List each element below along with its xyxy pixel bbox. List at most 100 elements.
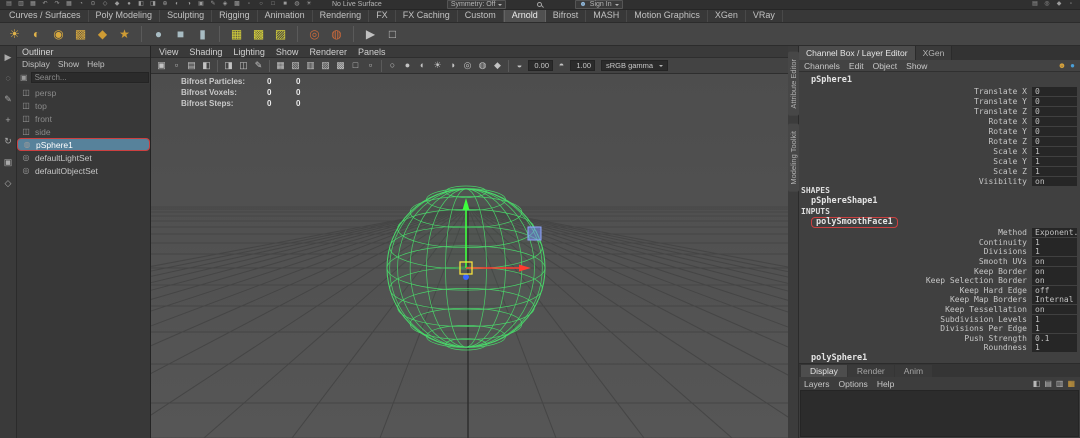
- shelf-tab-mash[interactable]: MASH: [586, 10, 628, 22]
- viewport-menu-view[interactable]: View: [159, 47, 178, 57]
- arnold-render-icon[interactable]: ☀: [5, 25, 24, 44]
- shaded-display-icon[interactable]: ●: [401, 59, 414, 72]
- new-anim-layer-icon[interactable]: ▦: [1067, 379, 1075, 388]
- outliner-item-side[interactable]: ◫ side: [17, 125, 150, 138]
- gamma-icon[interactable]: ◓: [555, 59, 568, 72]
- save-scene-icon[interactable]: ▦: [29, 1, 37, 8]
- shelf-tab-sculpting[interactable]: Sculpting: [160, 10, 213, 22]
- pin-icon[interactable]: ◆: [1055, 1, 1063, 8]
- search-icon[interactable]: [537, 2, 543, 7]
- tab-xgen[interactable]: XGen: [915, 46, 953, 60]
- layer-tab-display[interactable]: Display: [801, 365, 847, 377]
- new-empty-layer-icon[interactable]: ▤: [1044, 379, 1052, 388]
- tab-channel-box-layer-editor[interactable]: Channel Box / Layer Editor: [799, 46, 916, 60]
- snap-grid-icon[interactable]: ▦: [65, 1, 73, 8]
- image-plane-icon[interactable]: ◨: [222, 59, 235, 72]
- shelf-tab-fx[interactable]: FX: [369, 10, 396, 22]
- layer-menu-help[interactable]: Help: [877, 379, 894, 389]
- channel-value[interactable]: 0: [1032, 136, 1077, 146]
- scale-tool-icon[interactable]: ▣: [2, 156, 15, 169]
- new-layer-from-selected-icon[interactable]: ▥: [1056, 379, 1064, 388]
- symmetry-dropdown[interactable]: Symmetry: Off: [446, 0, 507, 9]
- channel-value[interactable]: 1: [1032, 156, 1077, 166]
- outliner-item-front[interactable]: ◫ front: [17, 112, 150, 125]
- exposure-icon[interactable]: ◒: [513, 59, 526, 72]
- gate-mask-icon[interactable]: ▨: [319, 59, 332, 72]
- 2d-pan-zoom-icon[interactable]: ◫: [237, 59, 250, 72]
- channel-value[interactable]: 0: [1032, 86, 1077, 96]
- bifrost-liquid-icon[interactable]: ◎: [305, 25, 324, 44]
- channel-value[interactable]: 1: [1032, 237, 1077, 247]
- shadows-icon[interactable]: ◑: [446, 59, 459, 72]
- gamma-field[interactable]: 1.00: [570, 60, 595, 71]
- paint-effects-icon[interactable]: ✎: [209, 1, 217, 8]
- channel-value[interactable]: off: [1032, 285, 1077, 295]
- channel-value[interactable]: 1: [1032, 146, 1077, 156]
- output-connections-icon[interactable]: ◨: [149, 1, 157, 8]
- arnold-area-light-icon[interactable]: ▩: [71, 25, 90, 44]
- cylinder-primitive-icon[interactable]: ▮: [193, 25, 212, 44]
- snap-point-icon[interactable]: ⊙: [89, 1, 97, 8]
- input-node2-name[interactable]: polySphere1: [799, 353, 1080, 363]
- outliner-item-defaultobjectset[interactable]: ◎ defaultObjectSet: [17, 164, 150, 177]
- layer-menu-options[interactable]: Options: [839, 379, 868, 389]
- channel-value[interactable]: 0: [1032, 126, 1077, 136]
- filter-icon[interactable]: ▣: [20, 73, 28, 82]
- channel-box-menu-channels[interactable]: Channels: [804, 61, 840, 71]
- channel-value[interactable]: on: [1032, 257, 1077, 267]
- channel-value[interactable]: 1: [1032, 324, 1077, 334]
- arnold-mesh-light-icon[interactable]: ◆: [93, 25, 112, 44]
- shelf-tab-vray[interactable]: VRay: [746, 10, 783, 22]
- lock-camera-icon[interactable]: ▫: [170, 59, 183, 72]
- mash-network-icon[interactable]: ▦: [227, 25, 246, 44]
- select-tool-icon[interactable]: ▶: [2, 51, 15, 64]
- film-gate-icon[interactable]: ▧: [289, 59, 302, 72]
- shape-node-name[interactable]: pSphereShape1: [799, 196, 1080, 207]
- ambient-occlusion-icon[interactable]: ◎: [461, 59, 474, 72]
- move-selected-to-layer-icon[interactable]: ◧: [1033, 379, 1041, 388]
- input-node-name[interactable]: polySmoothFace1: [799, 217, 1080, 228]
- shelf-tab-fx-caching[interactable]: FX Caching: [396, 10, 458, 22]
- object-xray-icon[interactable]: ○: [257, 1, 265, 8]
- textured-display-icon[interactable]: ◐: [416, 59, 429, 72]
- new-scene-icon[interactable]: ▤: [5, 1, 13, 8]
- outliner-item-top[interactable]: ◫ top: [17, 99, 150, 112]
- shelf-tab-xgen[interactable]: XGen: [708, 10, 746, 22]
- channel-value[interactable]: 1: [1032, 247, 1077, 257]
- bookmarks-icon[interactable]: ◧: [200, 59, 213, 72]
- input-connections-icon[interactable]: ◧: [137, 1, 145, 8]
- wireframe-display-icon[interactable]: ○: [386, 59, 399, 72]
- scene-view[interactable]: Bifrost Particles: 0 0 Bifrost Voxels: 0 0 Bif…: [151, 74, 788, 438]
- use-all-lights-icon[interactable]: ☀: [431, 59, 444, 72]
- help-icon[interactable]: ◎: [1043, 1, 1051, 8]
- snap-projected-center-icon[interactable]: ◇: [101, 1, 109, 8]
- channel-box-menu-object[interactable]: Object: [873, 61, 898, 71]
- channel-value[interactable]: on: [1032, 305, 1077, 315]
- outliner-item-defaultlightset[interactable]: ◎ defaultLightSet: [17, 151, 150, 164]
- open-scene-icon[interactable]: ▥: [17, 1, 25, 8]
- channel-value[interactable]: Exponent...: [1032, 228, 1077, 238]
- anim-layer-icon[interactable]: ●: [1070, 61, 1075, 71]
- arnold-skydome-light-icon[interactable]: ◉: [49, 25, 68, 44]
- snapshot-icon[interactable]: □: [383, 25, 402, 44]
- layer-tab-anim[interactable]: Anim: [894, 365, 933, 377]
- outliner-item-psphere1[interactable]: ◍ pSphere1: [17, 138, 150, 151]
- shelf-tab-curves-surfaces[interactable]: Curves / Surfaces: [2, 10, 89, 22]
- shelf-tab-arnold[interactable]: Arnold: [503, 10, 546, 22]
- shelf-tab-rigging[interactable]: Rigging: [212, 10, 258, 22]
- channel-value[interactable]: on: [1032, 276, 1077, 286]
- character-set-icon[interactable]: ☻: [1058, 61, 1066, 71]
- cube-primitive-icon[interactable]: ■: [171, 25, 190, 44]
- outliner-menu-display[interactable]: Display: [22, 59, 50, 69]
- grease-pencil-icon[interactable]: ✎: [252, 59, 265, 72]
- safe-title-icon[interactable]: ▫: [364, 59, 377, 72]
- channel-value[interactable]: 1: [1032, 166, 1077, 176]
- shelf-tab-motion-graphics[interactable]: Motion Graphics: [627, 10, 708, 22]
- layer-tab-render[interactable]: Render: [847, 365, 894, 377]
- channel-value[interactable]: on: [1032, 176, 1077, 186]
- outliner-menu-show[interactable]: Show: [58, 59, 79, 69]
- shelf-tab-custom[interactable]: Custom: [458, 10, 504, 22]
- viewport-menu-show[interactable]: Show: [276, 47, 299, 57]
- viewport-menu-shading[interactable]: Shading: [189, 47, 222, 57]
- camera-attributes-icon[interactable]: ▤: [185, 59, 198, 72]
